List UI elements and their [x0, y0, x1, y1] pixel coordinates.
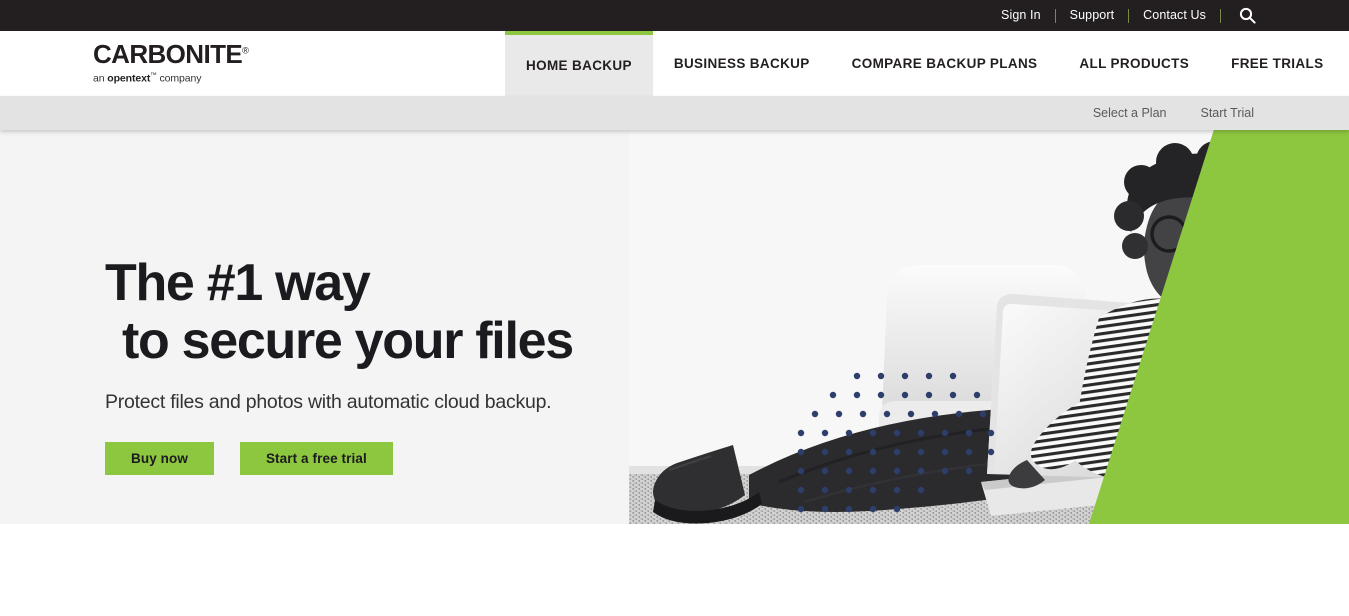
logo-tagline-prefix: an: [93, 72, 108, 85]
start-trial-link[interactable]: Start Trial: [1201, 106, 1255, 120]
support-link[interactable]: Support: [1056, 0, 1128, 31]
sign-in-link[interactable]: Sign In: [987, 0, 1055, 31]
carbonite-logo[interactable]: CARBONITE® an opentext™ company: [0, 31, 505, 96]
buy-now-button[interactable]: Buy now: [105, 441, 214, 475]
registered-trademark-icon: ®: [242, 45, 249, 56]
nav-free-trials[interactable]: FREE TRIALS: [1210, 31, 1344, 96]
primary-nav-items: HOME BACKUP BUSINESS BACKUP COMPARE BACK…: [505, 31, 1349, 96]
start-a-free-trial-button[interactable]: Start a free trial: [239, 441, 393, 475]
logo-wordmark-text: CARBONITE: [93, 40, 243, 69]
select-a-plan-link[interactable]: Select a Plan: [1093, 106, 1167, 120]
logo-wordmark: CARBONITE®: [93, 40, 513, 69]
search-icon[interactable]: [1221, 7, 1268, 24]
nav-business-backup[interactable]: BUSINESS BACKUP: [653, 31, 831, 96]
secondary-navigation: Select a Plan Start Trial: [0, 96, 1349, 130]
logo-tagline-suffix: company: [156, 72, 202, 85]
nav-compare-backup-plans[interactable]: COMPARE BACKUP PLANS: [831, 31, 1059, 96]
dot-grid-decoration: [797, 372, 995, 513]
hero-title: The #1 way to secure your files: [105, 254, 725, 370]
utility-links: Sign In Support Contact Us: [987, 0, 1268, 31]
logo-tagline: an opentext™ company: [93, 72, 505, 85]
hero-title-line-1: The #1 way: [105, 254, 371, 312]
page-bottom-spacer: [0, 524, 1349, 616]
hero-banner: The #1 way to secure your files Protect …: [0, 130, 1349, 524]
nav-all-products[interactable]: ALL PRODUCTS: [1058, 31, 1210, 96]
hero-cta-group: Buy now Start a free trial: [105, 441, 725, 475]
utility-bar: Sign In Support Contact Us: [0, 0, 1349, 31]
nav-home-backup[interactable]: HOME BACKUP: [505, 31, 653, 96]
logo-tagline-brand: opentext: [107, 72, 151, 85]
main-navigation: CARBONITE® an opentext™ company HOME BAC…: [0, 31, 1349, 96]
hero-title-line-2: to secure your files: [122, 311, 574, 370]
hero-content: The #1 way to secure your files Protect …: [105, 254, 725, 475]
hero-subtitle: Protect files and photos with automatic …: [105, 391, 552, 414]
contact-us-link[interactable]: Contact Us: [1129, 0, 1220, 31]
